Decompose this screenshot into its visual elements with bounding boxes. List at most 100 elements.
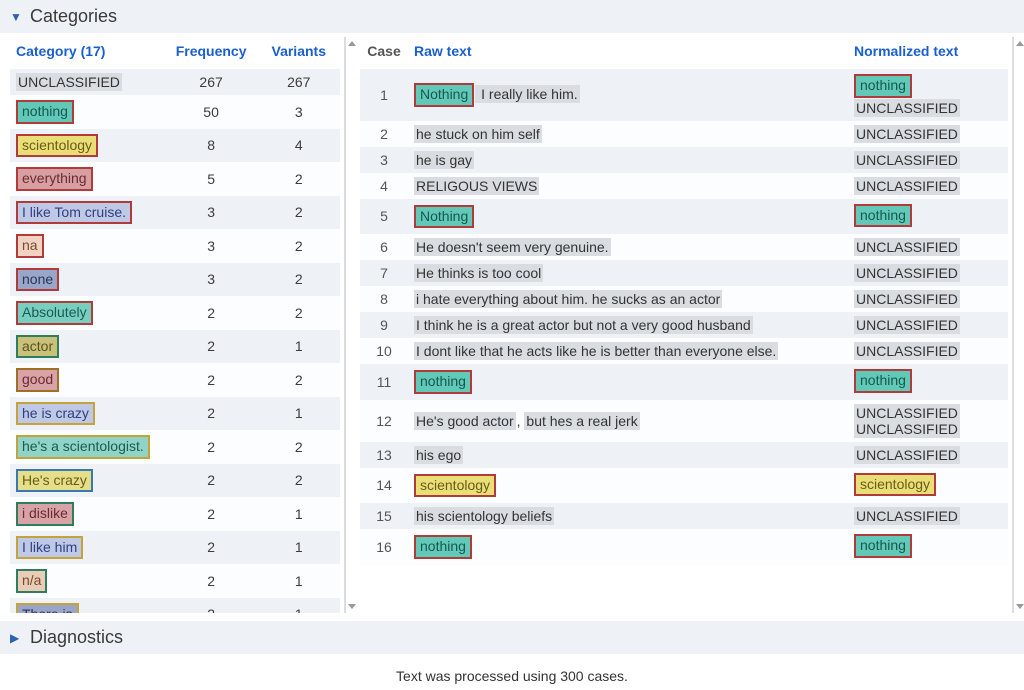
category-chip[interactable]: I like Tom cruise. — [16, 201, 132, 225]
variants-cell: 1 — [258, 397, 341, 431]
freq-cell: 5 — [165, 162, 258, 196]
category-chip[interactable]: I like him — [16, 536, 83, 560]
table-row[interactable]: I like him21 — [10, 531, 340, 565]
cases-table: Case Raw text Normalized text 1Nothing I… — [360, 37, 1008, 565]
table-row[interactable]: UNCLASSIFIED267267 — [10, 69, 340, 95]
col-case[interactable]: Case — [360, 37, 408, 69]
category-chip[interactable]: he is crazy — [16, 402, 95, 426]
table-row[interactable]: na32 — [10, 229, 340, 263]
table-row[interactable]: 13his egoUNCLASSIFIED — [360, 442, 1008, 468]
section-header-categories[interactable]: ▼ Categories — [0, 0, 1024, 33]
section-header-diagnostics[interactable]: ▶ Diagnostics — [0, 621, 1024, 654]
table-row[interactable]: 2he stuck on him selfUNCLASSIFIED — [360, 121, 1008, 147]
table-row[interactable]: he's a scientologist.22 — [10, 430, 340, 464]
table-row[interactable]: none32 — [10, 263, 340, 297]
category-chip[interactable]: nothing — [854, 204, 912, 228]
category-chip[interactable]: nothing — [854, 74, 912, 98]
category-chip[interactable]: There is — [16, 603, 79, 614]
raw-text-cell: He's good actor, but hes a real jerk — [408, 400, 848, 442]
text-span: UNCLASSIFIED — [854, 99, 960, 117]
raw-text-cell: i hate everything about him. he sucks as… — [408, 286, 848, 312]
raw-text-cell: Nothing I really like him. — [408, 69, 848, 121]
text-span: UNCLASSIFIED — [854, 420, 960, 438]
col-frequency[interactable]: Frequency — [165, 37, 258, 69]
text-span: He thinks is too cool — [414, 264, 543, 282]
variants-cell: 2 — [258, 296, 341, 330]
category-chip[interactable]: actor — [16, 335, 59, 359]
category-chip[interactable]: nothing — [414, 370, 472, 394]
category-chip[interactable]: Nothing — [414, 205, 474, 229]
text-span: I dont like that he acts like he is bett… — [414, 342, 778, 360]
table-row[interactable]: 7He thinks is too coolUNCLASSIFIED — [360, 260, 1008, 286]
category-chip[interactable]: nothing — [414, 535, 472, 559]
category-chip[interactable]: scientology — [16, 134, 98, 158]
table-row[interactable]: 12He's good actor, but hes a real jerkUN… — [360, 400, 1008, 442]
case-number: 13 — [360, 442, 408, 468]
variants-cell: 1 — [258, 598, 341, 614]
table-row[interactable]: 11nothingnothing — [360, 364, 1008, 400]
table-row[interactable]: Absolutely22 — [10, 296, 340, 330]
category-chip[interactable]: He's crazy — [16, 469, 93, 493]
chevron-down-icon: ▼ — [10, 10, 24, 24]
category-chip[interactable]: nothing — [16, 100, 74, 124]
category-chip[interactable]: i dislike — [16, 502, 74, 526]
raw-text-cell: RELIGOUS VIEWS — [408, 173, 848, 199]
freq-cell: 3 — [165, 196, 258, 230]
category-chip[interactable]: he's a scientologist. — [16, 435, 150, 459]
col-category[interactable]: Category (17) — [10, 37, 165, 69]
table-row[interactable]: 4RELIGOUS VIEWSUNCLASSIFIED — [360, 173, 1008, 199]
category-chip[interactable]: Absolutely — [16, 301, 93, 325]
category-chip[interactable]: none — [16, 268, 59, 292]
table-row[interactable]: nothing503 — [10, 95, 340, 129]
category-chip[interactable]: na — [16, 234, 44, 258]
table-row[interactable]: i dislike21 — [10, 497, 340, 531]
table-row[interactable]: good22 — [10, 363, 340, 397]
text-span: UNCLASSIFIED — [854, 290, 960, 308]
normalized-text-cell: UNCLASSIFIED — [848, 312, 1008, 338]
col-variants[interactable]: Variants — [258, 37, 341, 69]
text-span: UNCLASSIFIED — [854, 151, 960, 169]
category-chip[interactable]: scientology — [854, 473, 936, 497]
table-row[interactable]: 1Nothing I really like him.nothingUNCLAS… — [360, 69, 1008, 121]
raw-text-cell: he stuck on him self — [408, 121, 848, 147]
category-chip[interactable]: everything — [16, 167, 93, 191]
text-span: he stuck on him self — [414, 125, 542, 143]
text-span: UNCLASSIFIED — [854, 342, 960, 360]
freq-cell: 2 — [165, 330, 258, 364]
table-row[interactable]: 16nothingnothing — [360, 529, 1008, 565]
text-span: UNCLASSIFIED — [854, 125, 960, 143]
category-chip[interactable]: nothing — [854, 369, 912, 393]
category-chip[interactable]: n/a — [16, 569, 47, 593]
table-row[interactable]: 14scientologyscientology — [360, 468, 1008, 504]
table-row[interactable]: 5Nothingnothing — [360, 199, 1008, 235]
category-scrollbar[interactable] — [344, 37, 346, 613]
table-row[interactable]: scientology84 — [10, 129, 340, 163]
category-chip[interactable]: scientology — [414, 474, 496, 498]
table-row[interactable]: 8i hate everything about him. he sucks a… — [360, 286, 1008, 312]
table-row[interactable]: he is crazy21 — [10, 397, 340, 431]
table-row[interactable]: everything52 — [10, 162, 340, 196]
table-row[interactable]: I like Tom cruise.32 — [10, 196, 340, 230]
table-row[interactable]: actor21 — [10, 330, 340, 364]
freq-cell: 2 — [165, 430, 258, 464]
table-row[interactable]: 15his scientology beliefsUNCLASSIFIED — [360, 503, 1008, 529]
table-row[interactable]: He's crazy22 — [10, 464, 340, 498]
category-chip[interactable]: good — [16, 368, 59, 392]
text-span: UNCLASSIFIED — [854, 177, 960, 195]
table-row[interactable]: n/a21 — [10, 564, 340, 598]
category-chip[interactable]: nothing — [854, 534, 912, 558]
category-chip[interactable]: Nothing — [414, 83, 474, 107]
normalized-text-cell: nothing — [848, 529, 1008, 565]
table-row[interactable]: 6He doesn't seem very genuine.UNCLASSIFI… — [360, 234, 1008, 260]
footer-status: Text was processed using 300 cases. — [0, 654, 1024, 690]
cases-scrollbar[interactable] — [1012, 37, 1014, 613]
table-row[interactable]: 10I dont like that he acts like he is be… — [360, 338, 1008, 364]
col-raw-text[interactable]: Raw text — [408, 37, 848, 69]
text-span: but hes a real jerk — [524, 412, 639, 430]
normalized-text-cell: UNCLASSIFIED — [848, 234, 1008, 260]
table-row[interactable]: 3he is gayUNCLASSIFIED — [360, 147, 1008, 173]
category-table: Category (17) Frequency Variants UNCLASS… — [10, 37, 340, 613]
table-row[interactable]: There is21 — [10, 598, 340, 614]
table-row[interactable]: 9I think he is a great actor but not a v… — [360, 312, 1008, 338]
col-normalized-text[interactable]: Normalized text — [848, 37, 1008, 69]
